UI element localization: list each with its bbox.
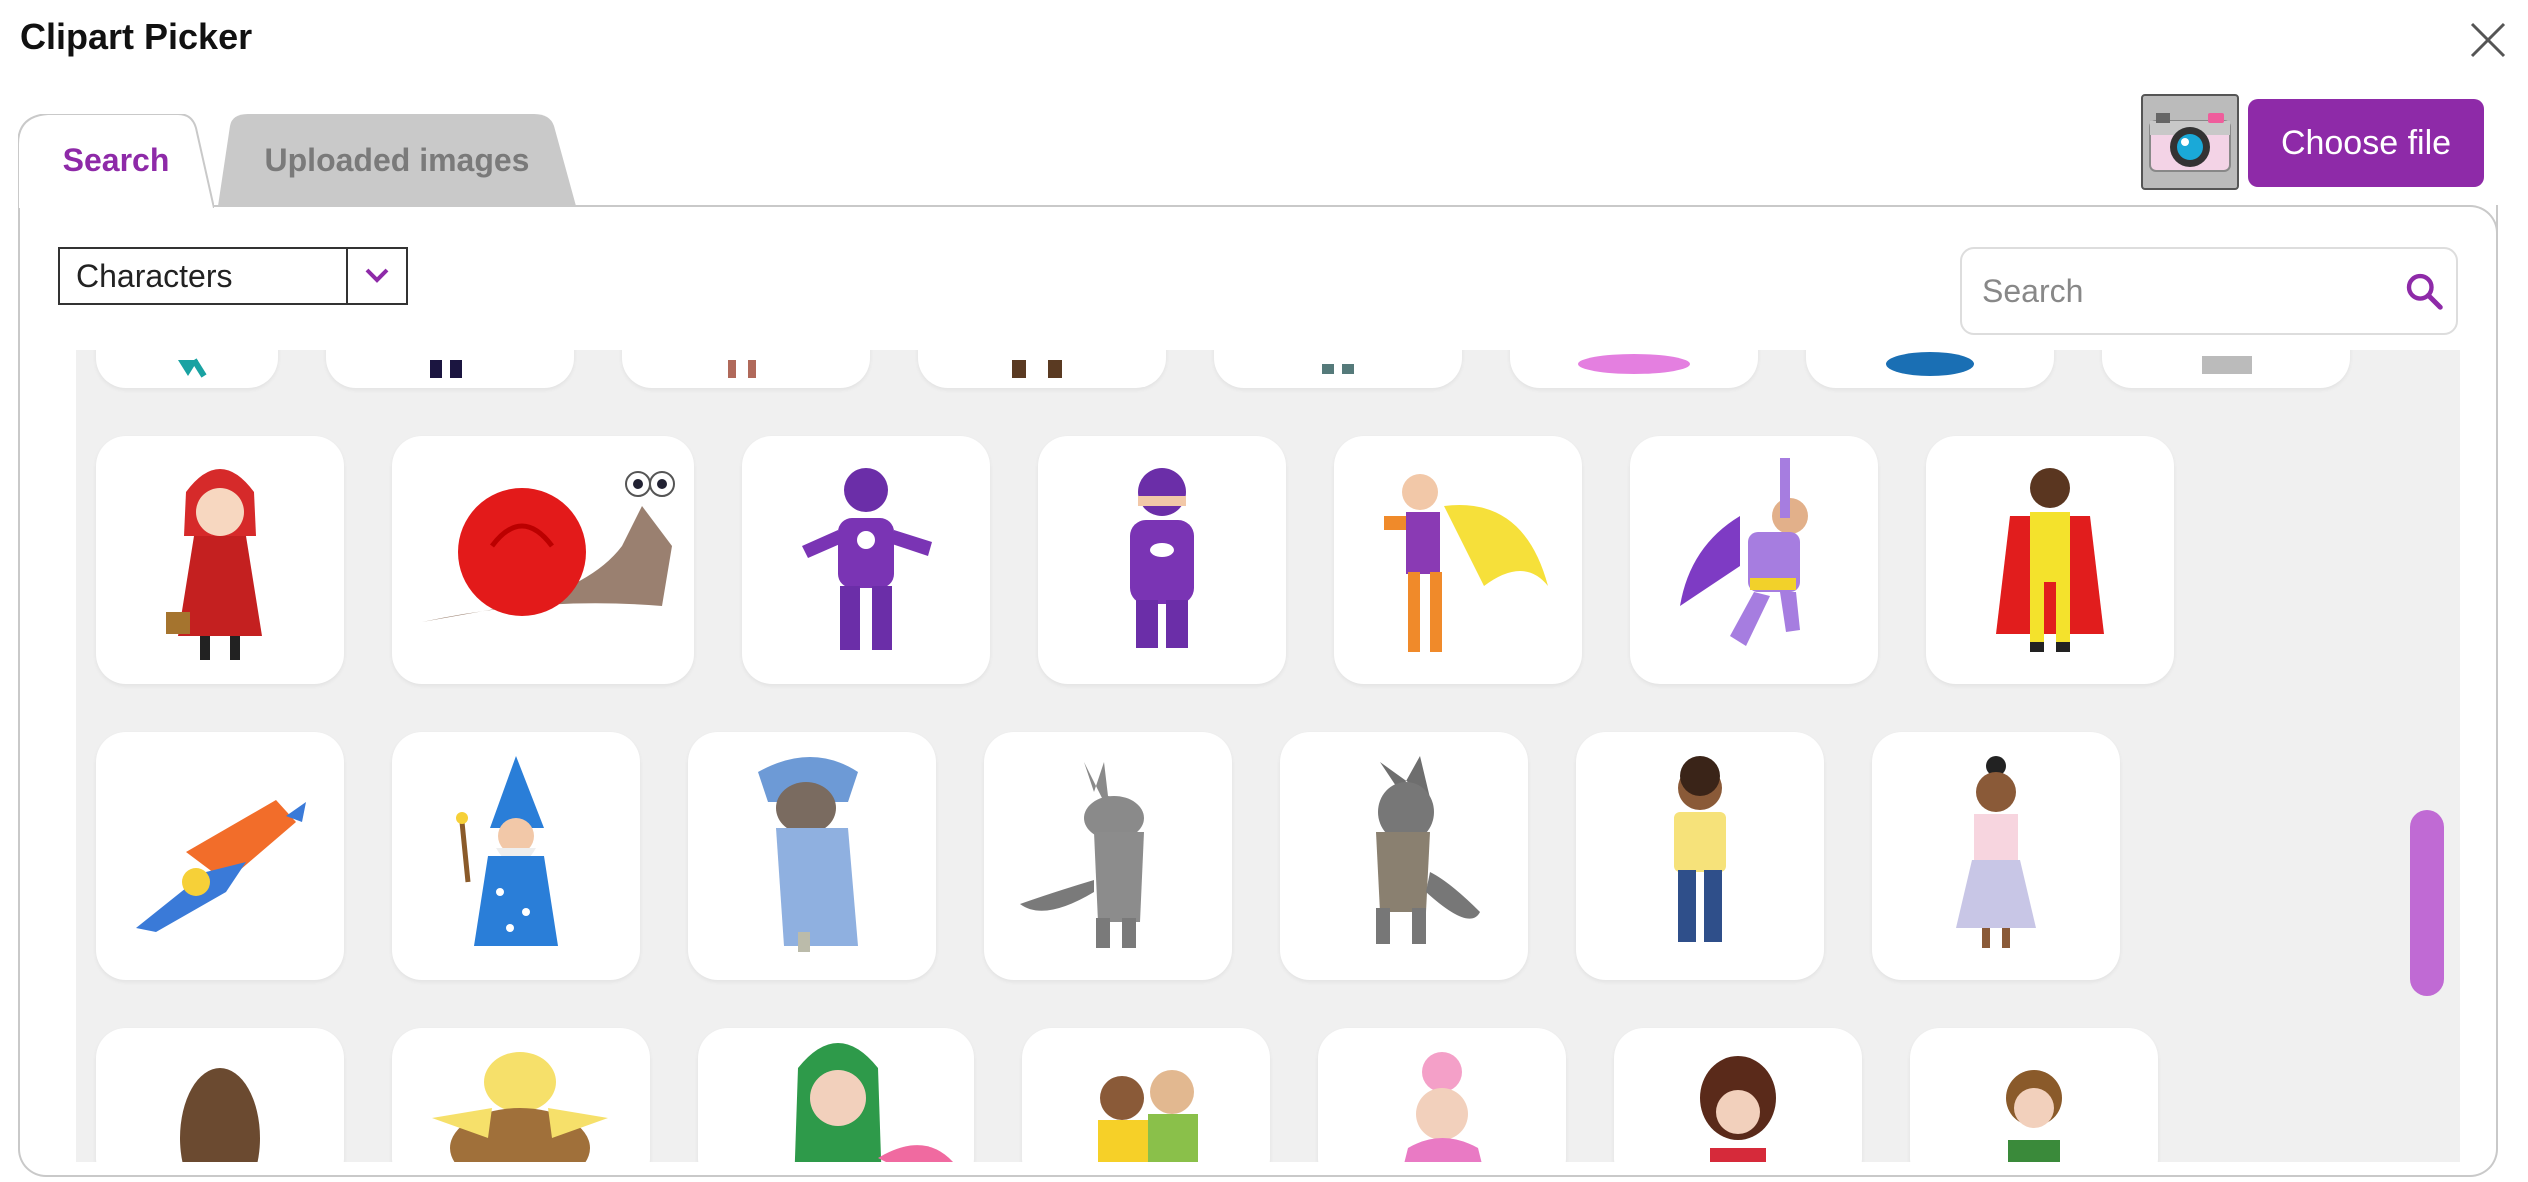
clipart-item[interactable] [392, 1028, 650, 1162]
clipart-image [1886, 352, 1974, 376]
tab-uploaded-images[interactable]: Uploaded images [218, 114, 576, 206]
clipart-image [1996, 468, 2104, 652]
chevron-down-icon [365, 268, 389, 283]
clipart-image [422, 471, 675, 622]
clipart-image [1020, 762, 1144, 948]
scrollbar-thumb[interactable] [2410, 810, 2444, 996]
clipart-image [1098, 1070, 1198, 1162]
clipart-image [1680, 458, 1808, 646]
category-select[interactable]: Characters [58, 247, 408, 305]
clipart-item[interactable] [1910, 1028, 2158, 1162]
clipart-item[interactable] [1334, 436, 1582, 684]
clipart-item[interactable] [622, 350, 870, 388]
clipart-item[interactable] [1318, 1028, 1566, 1162]
dialog-title: Clipart Picker [20, 16, 253, 57]
clipart-image [1384, 474, 1548, 652]
clipart-image [758, 757, 858, 952]
clipart-image [794, 1043, 953, 1162]
clipart-item[interactable] [1022, 1028, 1270, 1162]
clipart-item[interactable] [1926, 436, 2174, 684]
clipart-item[interactable] [2102, 350, 2350, 388]
clipart-image [456, 756, 558, 946]
clipart-image [1404, 1052, 1482, 1162]
search-icon[interactable] [2404, 259, 2444, 323]
clipart-item[interactable] [1280, 732, 1528, 980]
clipart-image [178, 358, 207, 378]
tab-label: Uploaded images [264, 141, 530, 178]
clipart-image [2006, 1070, 2062, 1162]
clipart-item[interactable] [96, 1028, 344, 1162]
clipart-item[interactable] [1038, 436, 1286, 684]
clipart-image [802, 468, 932, 650]
clipart-image [1674, 756, 1726, 942]
clipart-item[interactable] [688, 732, 936, 980]
clipart-image [430, 360, 462, 378]
clipart-item[interactable] [1806, 350, 2054, 388]
search-input[interactable] [1962, 271, 2404, 311]
clipart-image [2202, 356, 2252, 374]
clipart-item[interactable] [96, 436, 344, 684]
clipart-item[interactable] [984, 732, 1232, 980]
clipart-item[interactable] [392, 436, 694, 684]
clipart-image [1700, 1056, 1776, 1162]
clipart-item[interactable] [96, 732, 344, 980]
clipart-item[interactable] [1614, 1028, 1862, 1162]
clipart-item[interactable] [1576, 732, 1824, 980]
clipart-image [1322, 364, 1354, 374]
close-icon[interactable] [2466, 18, 2510, 62]
clipart-item[interactable] [1510, 350, 1758, 388]
clipart-image [1130, 468, 1194, 648]
clipart-item[interactable] [1872, 732, 2120, 980]
clipart-item[interactable] [392, 732, 640, 980]
tab-search[interactable]: Search [18, 114, 214, 208]
tab-label: Search [62, 141, 170, 178]
camera-icon [2149, 113, 2231, 172]
clipart-item[interactable] [1214, 350, 1462, 388]
clipart-item[interactable] [918, 350, 1166, 388]
clipart-image [1012, 360, 1062, 378]
category-select-value: Characters [76, 257, 233, 294]
clipart-item[interactable] [742, 436, 990, 684]
clipart-item[interactable] [1630, 436, 1878, 684]
clipart-image [1956, 756, 2036, 948]
clipart-image [728, 360, 756, 378]
clipart-image [166, 469, 262, 660]
choose-file-button[interactable]: Choose file [2248, 99, 2484, 187]
select-arrow[interactable] [346, 249, 406, 303]
clipart-image [432, 1052, 608, 1162]
camera-button[interactable] [2141, 94, 2239, 190]
clipart-item[interactable] [96, 350, 278, 388]
panel-border-top [214, 205, 2498, 235]
clipart-item[interactable] [698, 1028, 974, 1162]
clipart-image [1578, 354, 1690, 374]
search-box[interactable] [1960, 247, 2458, 335]
clipart-image [1376, 756, 1480, 944]
clipart-image [136, 800, 306, 932]
clipart-image [180, 1068, 260, 1162]
clipart-grid [76, 350, 2460, 1162]
clipart-item[interactable] [326, 350, 574, 388]
